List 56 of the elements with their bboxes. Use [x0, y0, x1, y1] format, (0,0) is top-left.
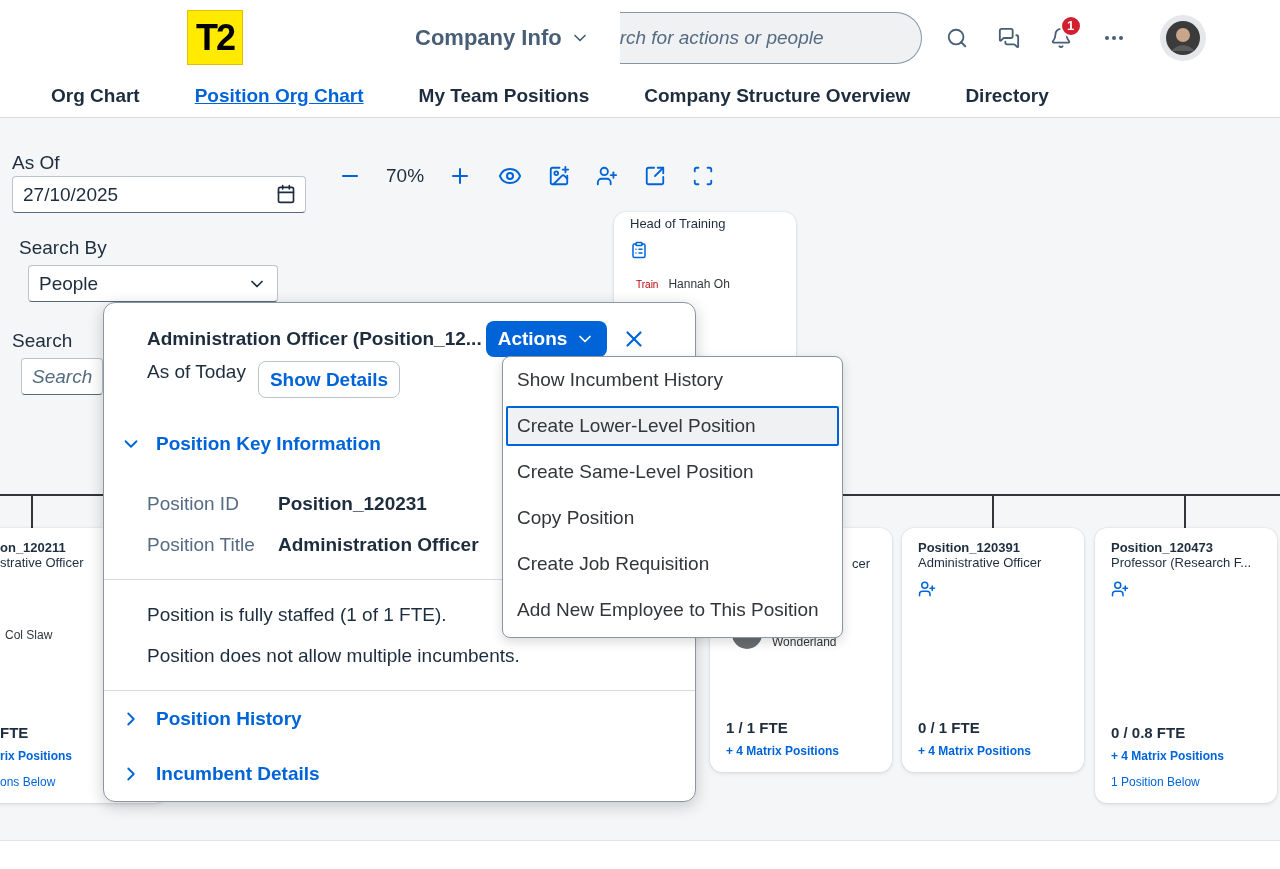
person-add-icon[interactable] — [1111, 580, 1129, 598]
company-logo[interactable]: T2 — [187, 10, 243, 65]
position-id: Position_120391 — [918, 540, 1021, 555]
matrix-positions-link[interactable]: + 4 Matrix Positions — [1111, 749, 1261, 763]
field-value: Position_120231 — [278, 492, 428, 515]
nav-tab[interactable]: Company Structure Overview — [644, 85, 911, 107]
notification-count: 1 — [1059, 14, 1082, 37]
person-add-icon[interactable] — [918, 580, 936, 598]
nav-tab[interactable]: Org Chart — [51, 85, 140, 107]
fte-count: 0 / 1 FTE — [918, 719, 981, 736]
fte-count: 0 / 0.8 FTE — [1111, 724, 1187, 741]
show-details-button[interactable]: Show Details — [257, 361, 401, 398]
incumbent-name: Hannah Oh — [668, 277, 730, 291]
position-title: Professor (Research F... — [1111, 555, 1253, 570]
search-by-select[interactable]: People — [28, 265, 278, 302]
staffing-note: Position does not allow multiple incumbents. — [147, 643, 520, 668]
field-label: Position ID — [147, 492, 240, 515]
menu-item[interactable]: Create Same-Level Position — [506, 449, 839, 495]
nav-tab[interactable]: Directory — [965, 85, 1049, 107]
matrix-positions-link[interactable]: + 4 Matrix Positions — [726, 744, 876, 758]
calendar-icon[interactable] — [276, 184, 296, 204]
position-title: cer — [852, 556, 872, 571]
menu-item[interactable]: Create Lower-Level Position — [506, 406, 839, 446]
actions-button[interactable]: Actions — [485, 321, 608, 357]
incumbent-name: Wonderland — [772, 635, 837, 649]
field-label: Position Title — [147, 533, 256, 556]
position-title: Head of Training — [630, 216, 727, 231]
position-title: Administrative Officer — [918, 555, 1043, 570]
training-tag: Train — [636, 278, 659, 290]
position-id: Position_120473 — [1111, 540, 1214, 555]
section-header[interactable]: Incumbent Details — [104, 746, 695, 801]
positions-below-link[interactable]: 1 Position Below — [1111, 775, 1261, 789]
popover-title: Administration Officer (Position_12... — [147, 328, 482, 350]
position-card[interactable]: Position_120391 Administrative Officer 0 / 1 FTE + 4 Matrix Positions — [902, 528, 1084, 772]
field-label: As Of — [12, 152, 60, 174]
as-of-text: As of Today — [147, 361, 246, 383]
app-menu[interactable]: Company Info — [415, 24, 590, 51]
position-card[interactable]: Position_120473 Professor (Research F... 0 / 0.8 FTE + 4 Matrix Positions 1 Position Below — [1095, 528, 1277, 803]
date-field[interactable]: 27/10/2025 — [12, 176, 306, 213]
nav-tab[interactable]: My Team Positions — [418, 85, 590, 107]
incumbent-name: Col Slaw — [5, 628, 53, 642]
field-label: Search By — [19, 237, 107, 259]
section-header[interactable]: Position History — [104, 691, 695, 746]
search-field[interactable]: Search — [21, 358, 103, 395]
position-id: on_120211 — [0, 540, 67, 555]
fte-count: FTE — [0, 724, 30, 741]
fte-count: 1 / 1 FTE — [726, 719, 789, 736]
clipboard-icon — [630, 241, 648, 259]
staffing-note: Position is fully staffed (1 of 1 FTE). — [147, 602, 447, 627]
nav-tab[interactable]: Position Org Chart — [194, 85, 364, 107]
matrix-positions-link[interactable]: + 4 Matrix Positions — [918, 744, 1068, 758]
field-value: Administration Officer — [278, 533, 480, 556]
field-label: Search — [12, 330, 73, 352]
search-field[interactable]: rch for actions or people — [619, 11, 922, 64]
position-title: strative Officer — [0, 555, 85, 570]
zoom-level: 70% — [386, 165, 425, 187]
